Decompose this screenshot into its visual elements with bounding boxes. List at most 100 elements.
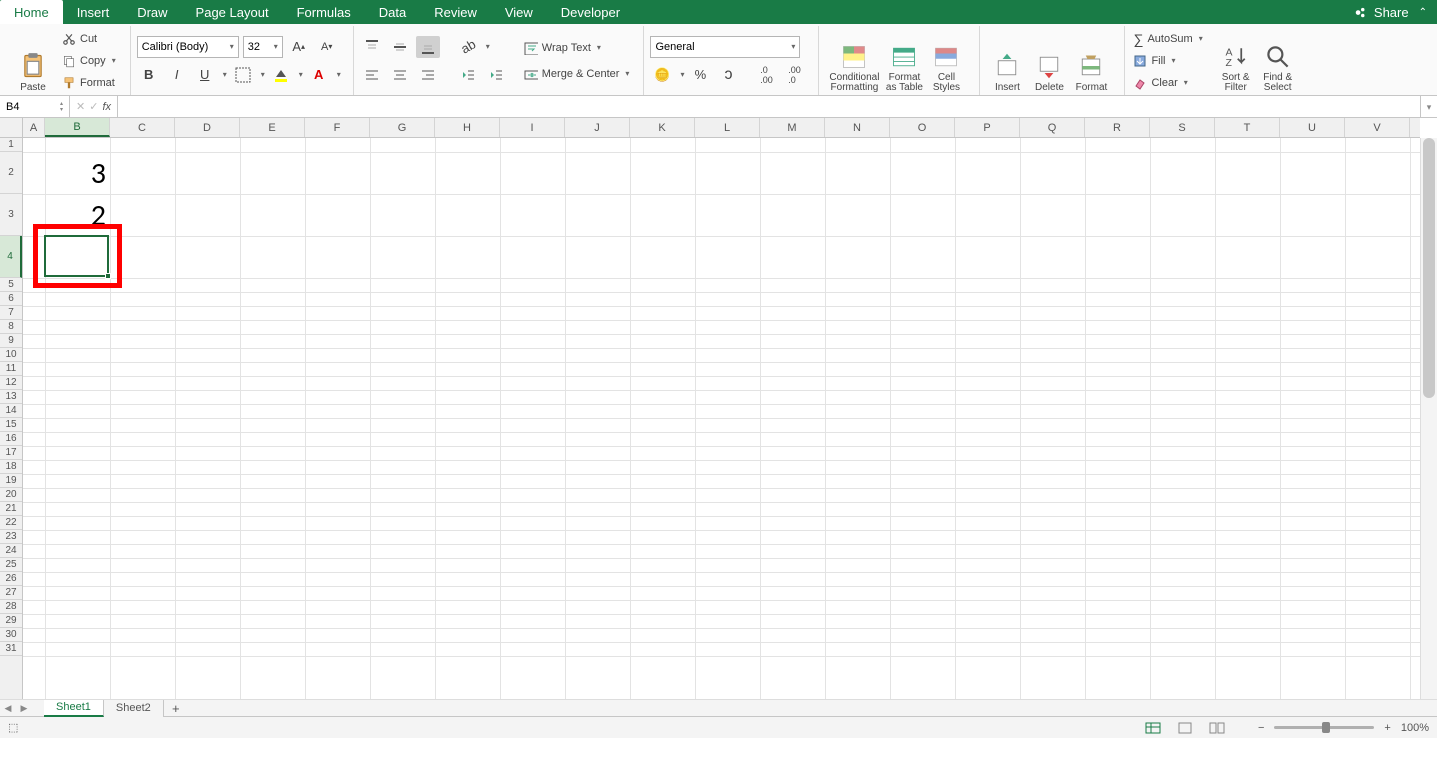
delete-cells-button[interactable]: Delete [1028, 28, 1070, 93]
page-break-view-button[interactable] [1206, 719, 1228, 737]
row-header-9[interactable]: 9 [0, 334, 22, 348]
row-header-5[interactable]: 5 [0, 278, 22, 292]
row-header-28[interactable]: 28 [0, 600, 22, 614]
col-header-P[interactable]: P [955, 118, 1020, 137]
align-left-button[interactable] [360, 64, 384, 86]
cell-styles-button[interactable]: Cell Styles [925, 28, 967, 93]
ribbon-tab-insert[interactable]: Insert [63, 0, 124, 24]
number-format-select[interactable]: General▾ [650, 36, 800, 58]
fill-button[interactable]: Fill▾ [1131, 51, 1204, 71]
increase-font-button[interactable]: A▴ [287, 36, 311, 58]
select-all-corner[interactable] [0, 118, 23, 138]
sheet-tab-sheet2[interactable]: Sheet2 [104, 700, 164, 717]
sort-filter-button[interactable]: AZ Sort & Filter [1215, 28, 1257, 93]
increase-indent-button[interactable] [484, 64, 508, 86]
expand-formula-bar[interactable]: ▾ [1420, 96, 1437, 117]
row-header-16[interactable]: 16 [0, 432, 22, 446]
row-header-19[interactable]: 19 [0, 474, 22, 488]
col-header-O[interactable]: O [890, 118, 955, 137]
ribbon-tab-review[interactable]: Review [420, 0, 491, 24]
row-header-3[interactable]: 3 [0, 194, 22, 236]
format-painter-button[interactable]: Format [60, 73, 118, 93]
font-color-more[interactable]: ▾ [337, 70, 341, 79]
copy-button[interactable]: Copy▾ [60, 51, 118, 71]
col-header-I[interactable]: I [500, 118, 565, 137]
increase-decimal-button[interactable]: .0.00 [754, 64, 778, 86]
align-top-button[interactable] [360, 36, 384, 58]
row-header-2[interactable]: 2 [0, 152, 22, 194]
sheet-nav-prev[interactable]: ◀ [0, 703, 16, 714]
row-header-17[interactable]: 17 [0, 446, 22, 460]
macro-record-icon[interactable]: ⬚ [8, 721, 18, 734]
col-header-B[interactable]: B [45, 118, 110, 137]
ribbon-tab-formulas[interactable]: Formulas [283, 0, 365, 24]
row-header-21[interactable]: 21 [0, 502, 22, 516]
row-header-31[interactable]: 31 [0, 642, 22, 656]
autosum-button[interactable]: ∑AutoSum▾ [1131, 29, 1204, 49]
col-header-T[interactable]: T [1215, 118, 1280, 137]
decrease-font-button[interactable]: A▾ [315, 36, 339, 58]
zoom-knob[interactable] [1322, 722, 1330, 733]
col-header-G[interactable]: G [370, 118, 435, 137]
paste-button[interactable]: Paste [12, 28, 54, 93]
align-center-button[interactable] [388, 64, 412, 86]
align-middle-button[interactable] [388, 36, 412, 58]
row-header-8[interactable]: 8 [0, 320, 22, 334]
accept-formula-icon[interactable]: ✓ [89, 100, 98, 113]
row-header-29[interactable]: 29 [0, 614, 22, 628]
col-header-K[interactable]: K [630, 118, 695, 137]
percent-format-button[interactable]: % [688, 64, 712, 86]
row-header-20[interactable]: 20 [0, 488, 22, 502]
row-header-15[interactable]: 15 [0, 418, 22, 432]
row-header-23[interactable]: 23 [0, 530, 22, 544]
col-header-H[interactable]: H [435, 118, 500, 137]
row-header-26[interactable]: 26 [0, 572, 22, 586]
ribbon-tab-data[interactable]: Data [365, 0, 420, 24]
orientation-more[interactable]: ▾ [486, 42, 490, 51]
col-header-Q[interactable]: Q [1020, 118, 1085, 137]
conditional-formatting-button[interactable]: Conditional Formatting [825, 28, 883, 93]
row-header-30[interactable]: 30 [0, 628, 22, 642]
row-header-10[interactable]: 10 [0, 348, 22, 362]
col-header-V[interactable]: V [1345, 118, 1410, 137]
italic-button[interactable]: I [165, 64, 189, 86]
col-header-D[interactable]: D [175, 118, 240, 137]
row-header-13[interactable]: 13 [0, 390, 22, 404]
border-more[interactable]: ▾ [261, 70, 265, 79]
font-size-select[interactable]: 32▾ [243, 36, 283, 58]
row-header-24[interactable]: 24 [0, 544, 22, 558]
zoom-out-button[interactable]: − [1258, 722, 1264, 734]
row-header-18[interactable]: 18 [0, 460, 22, 474]
col-header-S[interactable]: S [1150, 118, 1215, 137]
cut-button[interactable]: Cut [60, 29, 118, 49]
decrease-decimal-button[interactable]: .00.0 [782, 64, 806, 86]
fill-color-more[interactable]: ▾ [299, 70, 303, 79]
zoom-in-button[interactable]: + [1384, 722, 1390, 734]
name-box-stepper[interactable]: ▴▾ [60, 101, 63, 113]
cells-area[interactable]: 3 2 [23, 138, 1420, 699]
decrease-indent-button[interactable] [456, 64, 480, 86]
underline-button[interactable]: U [193, 64, 217, 86]
row-header-27[interactable]: 27 [0, 586, 22, 600]
col-header-A[interactable]: A [23, 118, 45, 137]
merge-center-button[interactable]: Merge & Center▾ [522, 64, 632, 84]
normal-view-button[interactable] [1142, 719, 1164, 737]
cell-B2[interactable]: 3 [45, 152, 110, 194]
ribbon-tab-draw[interactable]: Draw [123, 0, 181, 24]
row-header-14[interactable]: 14 [0, 404, 22, 418]
row-header-7[interactable]: 7 [0, 306, 22, 320]
name-box[interactable]: B4 ▴▾ [0, 96, 70, 117]
row-header-25[interactable]: 25 [0, 558, 22, 572]
row-header-12[interactable]: 12 [0, 376, 22, 390]
accounting-format-button[interactable]: 🪙 [650, 64, 674, 86]
row-header-1[interactable]: 1 [0, 138, 22, 152]
format-cells-button[interactable]: Format [1070, 28, 1112, 93]
zoom-value[interactable]: 100% [1401, 722, 1429, 734]
share-button[interactable]: Share ⌃ [1344, 0, 1437, 24]
row-header-6[interactable]: 6 [0, 292, 22, 306]
sheet-nav-next[interactable]: ▶ [16, 703, 32, 714]
ribbon-tab-page-layout[interactable]: Page Layout [182, 0, 283, 24]
align-bottom-button[interactable] [416, 36, 440, 58]
col-header-F[interactable]: F [305, 118, 370, 137]
insert-cells-button[interactable]: Insert [986, 28, 1028, 93]
